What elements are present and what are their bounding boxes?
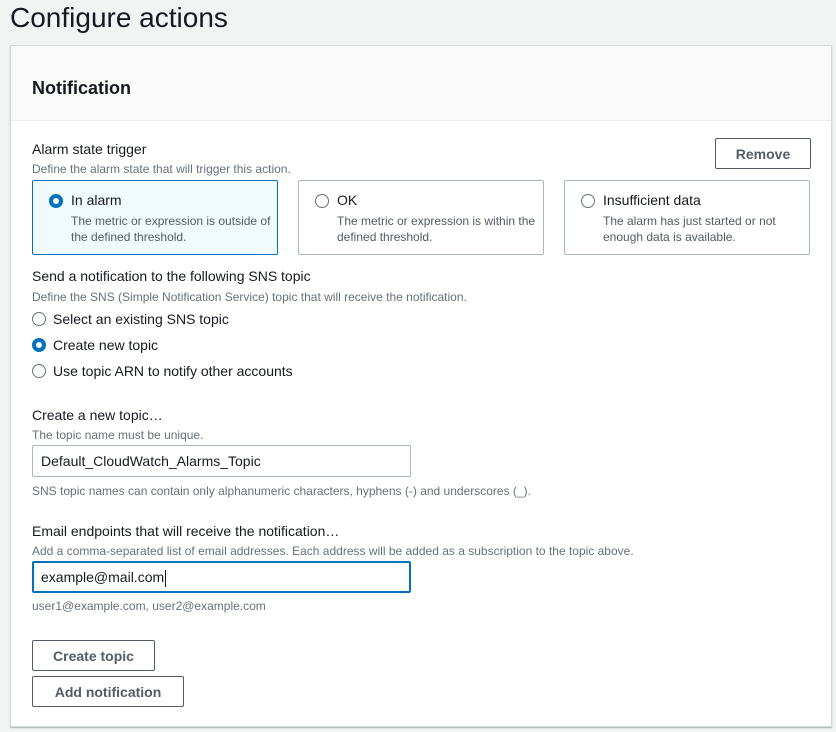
new-topic-label: Create a new topic… [32, 407, 163, 423]
radio-icon [315, 194, 329, 208]
alarm-state-label: Alarm state trigger [32, 141, 147, 157]
option-label: Select an existing SNS topic [53, 311, 229, 327]
new-topic-description: The topic name must be unique. [32, 428, 204, 442]
notification-panel: Notification Alarm state trigger Define … [10, 45, 832, 727]
add-notification-button[interactable]: Add notification [32, 676, 184, 707]
panel-header: Notification [11, 46, 831, 121]
alarm-state-insufficient-data[interactable]: Insufficient data The alarm has just sta… [564, 180, 810, 255]
sns-label: Send a notification to the following SNS… [32, 268, 311, 284]
text-caret [165, 569, 167, 587]
option-title: OK [337, 192, 358, 208]
option-description: The alarm has just started or not enough… [603, 214, 776, 244]
section-title: Notification [32, 78, 131, 98]
topic-name-input[interactable]: Default_CloudWatch_Alarms_Topic [32, 445, 411, 477]
option-title: Insufficient data [603, 192, 701, 208]
sns-description: Define the SNS (Simple Notification Serv… [32, 290, 467, 304]
alarm-state-ok[interactable]: OK The metric or expression is within th… [298, 180, 544, 255]
email-hint: user1@example.com, user2@example.com [32, 599, 266, 613]
option-description: The metric or expression is within the d… [337, 214, 536, 244]
alarm-state-description: Define the alarm state that will trigger… [32, 162, 291, 176]
radio-icon [32, 312, 46, 326]
radio-icon [32, 364, 46, 378]
email-label: Email endpoints that will receive the no… [32, 523, 340, 539]
topic-name-hint: SNS topic names can contain only alphanu… [32, 484, 531, 498]
option-title: In alarm [71, 192, 122, 208]
option-label: Use topic ARN to notify other accounts [53, 363, 293, 379]
radio-icon [581, 194, 595, 208]
option-label: Create new topic [53, 337, 159, 353]
email-value: example@mail.com [41, 569, 165, 585]
email-description: Add a comma-separated list of email addr… [32, 544, 634, 558]
create-topic-button[interactable]: Create topic [32, 640, 155, 671]
email-input[interactable]: example@mail.com [32, 561, 411, 593]
option-description: The metric or expression is outside of t… [71, 214, 271, 244]
radio-selected-icon [32, 338, 46, 352]
page-title: Configure actions [10, 2, 228, 33]
remove-button[interactable]: Remove [715, 138, 811, 169]
alarm-state-in-alarm[interactable]: In alarm The metric or expression is out… [32, 180, 278, 255]
radio-selected-icon [49, 194, 63, 208]
